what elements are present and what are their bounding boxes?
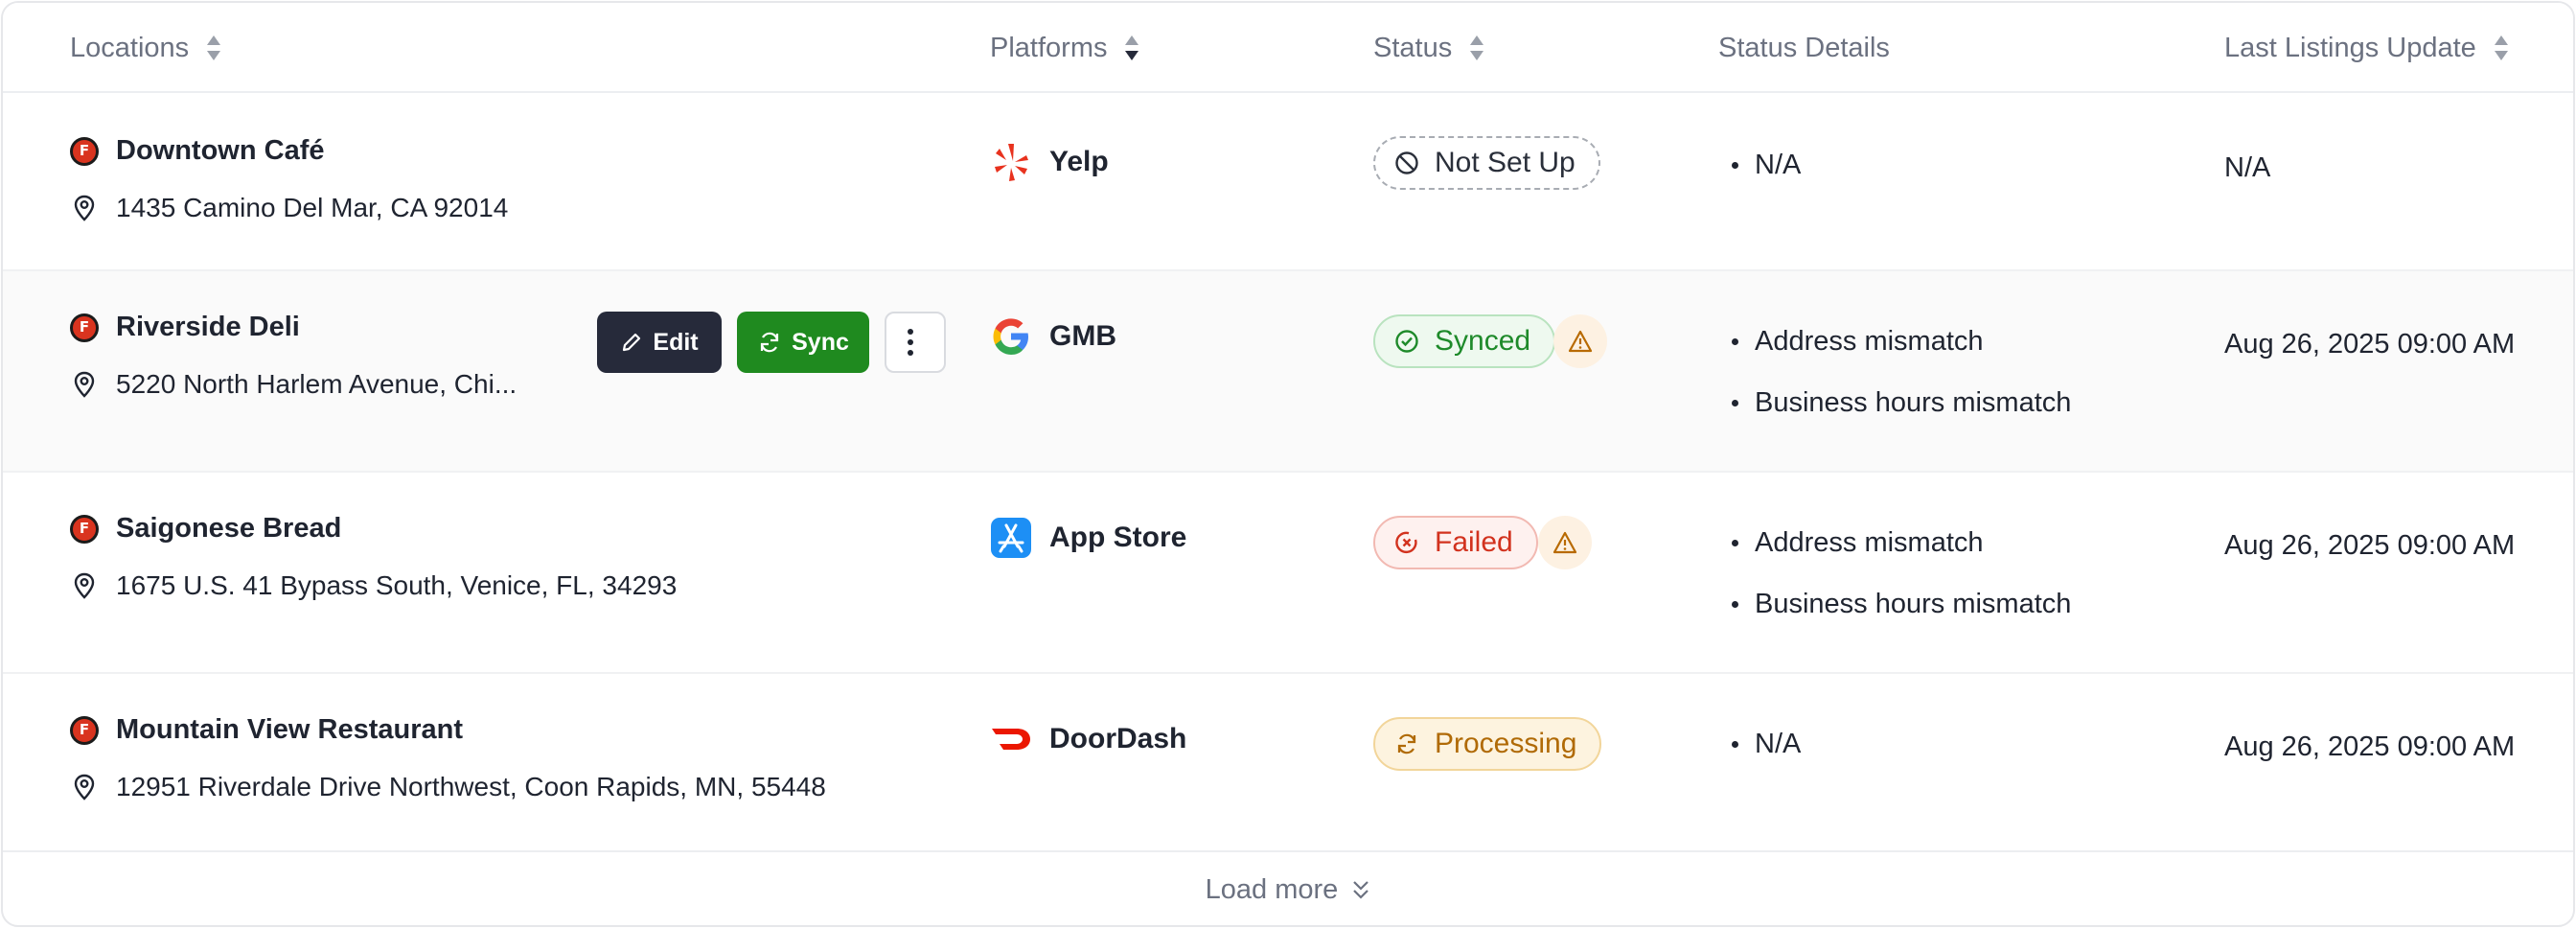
- status-detail-item: N/A: [1730, 713, 1801, 775]
- column-label-status-details: Status Details: [1718, 32, 1890, 63]
- sort-icon[interactable]: [1469, 34, 1484, 62]
- load-more-label: Load more: [1205, 873, 1339, 905]
- last-update-text: Aug 26, 2025 09:00 AM: [2224, 731, 2516, 762]
- column-header-last-update[interactable]: Last Listings Update: [2224, 3, 2509, 93]
- status-detail-item: Business hours mismatch: [1730, 573, 2071, 635]
- sync-button[interactable]: Sync: [737, 312, 869, 373]
- sync-button-label: Sync: [792, 328, 849, 356]
- location-address-text: 5220 North Harlem Avenue, Chi...: [116, 369, 518, 399]
- platform-cell: App Store: [990, 517, 1186, 559]
- status-text: Not Set Up: [1435, 147, 1576, 178]
- kebab-menu-icon: [908, 329, 913, 356]
- status-text: Synced: [1435, 325, 1531, 357]
- brand-logo-icon: F: [70, 313, 99, 342]
- map-pin-icon: [70, 571, 99, 600]
- location-address: 1675 U.S. 41 Bypass South, Venice, FL, 3…: [70, 570, 677, 601]
- edit-button[interactable]: Edit: [597, 312, 722, 373]
- table-header: Locations Platforms Status Status Detail…: [3, 3, 2573, 93]
- column-header-platforms[interactable]: Platforms: [990, 3, 1139, 93]
- location-name: F Riverside Deli: [70, 312, 300, 343]
- status-details-list: Address mismatch Business hours mismatch: [1730, 311, 2071, 433]
- status-detail-item: Business hours mismatch: [1730, 372, 2071, 433]
- ban-icon: [1392, 149, 1421, 177]
- platform-name: DoorDash: [1049, 723, 1187, 754]
- map-pin-icon: [70, 370, 99, 399]
- location-name: F Saigonese Bread: [70, 513, 341, 545]
- last-update-text: N/A: [2224, 152, 2271, 183]
- map-pin-icon: [70, 773, 99, 801]
- location-name: F Downtown Café: [70, 135, 325, 167]
- location-address-text: 1675 U.S. 41 Bypass South, Venice, FL, 3…: [116, 570, 678, 600]
- platform-name: Yelp: [1049, 146, 1109, 177]
- warning-triangle-icon: [1568, 330, 1593, 353]
- refresh-icon: [761, 332, 779, 353]
- refresh-icon: [1392, 730, 1421, 758]
- sort-icon[interactable]: [206, 34, 221, 62]
- more-options-button[interactable]: [885, 312, 946, 373]
- location-address: 1435 Camino Del Mar, CA 92014: [70, 193, 508, 223]
- google-icon: [990, 315, 1032, 358]
- platform-cell: GMB: [990, 315, 1116, 358]
- status-badge: Not Set Up: [1373, 136, 1600, 190]
- status-detail-item: N/A: [1730, 134, 1801, 196]
- listings-table: Locations Platforms Status Status Detail…: [1, 1, 2575, 927]
- platform-cell: Yelp: [990, 141, 1109, 183]
- warning-badge[interactable]: [1538, 516, 1592, 569]
- status-badge: Processing: [1373, 717, 1602, 771]
- location-address: 5220 North Harlem Avenue, Chi...: [70, 369, 517, 400]
- edit-button-label: Edit: [653, 328, 699, 356]
- failed-icon: [1392, 528, 1421, 557]
- status-details-list: N/A: [1730, 134, 1801, 196]
- platform-name: GMB: [1049, 320, 1116, 352]
- brand-logo-icon: F: [70, 715, 99, 745]
- sort-desc-icon[interactable]: [1124, 34, 1139, 62]
- check-circle-icon: [1392, 327, 1421, 356]
- column-header-locations[interactable]: Locations: [70, 3, 221, 93]
- last-update-text: Aug 26, 2025 09:00 AM: [2224, 329, 2516, 360]
- status-text: Failed: [1435, 526, 1513, 558]
- pencil-icon: [623, 333, 641, 352]
- location-name-text: Downtown Café: [116, 135, 325, 166]
- status-badge: Failed: [1373, 516, 1538, 569]
- location-address-text: 1435 Camino Del Mar, CA 92014: [116, 193, 509, 222]
- last-update-text: Aug 26, 2025 09:00 AM: [2224, 530, 2516, 561]
- column-header-status-details: Status Details: [1718, 3, 1890, 93]
- table-row[interactable]: F Saigonese Bread 1675 U.S. 41 Bypass So…: [3, 473, 2573, 674]
- status-badge: Synced: [1373, 314, 1556, 368]
- status-details-list: Address mismatch Business hours mismatch: [1730, 512, 2071, 635]
- status-detail-item: Address mismatch: [1730, 512, 2071, 573]
- table-row[interactable]: F Mountain View Restaurant 12951 Riverda…: [3, 674, 2573, 852]
- location-name-text: Mountain View Restaurant: [116, 714, 464, 745]
- double-chevron-down-icon: [1353, 881, 1369, 899]
- map-pin-icon: [70, 194, 99, 222]
- load-more-button[interactable]: Load more: [3, 852, 2573, 925]
- location-name-text: Riverside Deli: [116, 312, 300, 342]
- column-label-platforms: Platforms: [990, 32, 1108, 63]
- table-row[interactable]: F Downtown Café 1435 Camino Del Mar, CA …: [3, 93, 2573, 271]
- column-label-locations: Locations: [70, 32, 190, 63]
- platform-cell: DoorDash: [990, 718, 1186, 760]
- brand-logo-icon: F: [70, 136, 99, 166]
- column-label-last-update: Last Listings Update: [2224, 32, 2476, 63]
- column-label-status: Status: [1373, 32, 1453, 63]
- location-address: 12951 Riverdale Drive Northwest, Coon Ra…: [70, 772, 826, 802]
- platform-name: App Store: [1049, 522, 1187, 553]
- location-address-text: 12951 Riverdale Drive Northwest, Coon Ra…: [116, 772, 826, 801]
- location-name-text: Saigonese Bread: [116, 513, 342, 544]
- table-row[interactable]: F Riverside Deli 5220 North Harlem Avenu…: [3, 271, 2573, 473]
- yelp-icon: [990, 141, 1032, 183]
- warning-badge[interactable]: [1553, 314, 1607, 368]
- column-header-status[interactable]: Status: [1373, 3, 1484, 93]
- doordash-icon: [990, 718, 1032, 760]
- warning-triangle-icon: [1552, 531, 1577, 554]
- brand-logo-icon: F: [70, 514, 99, 544]
- location-name: F Mountain View Restaurant: [70, 714, 463, 746]
- status-text: Processing: [1435, 728, 1577, 759]
- status-detail-item: Address mismatch: [1730, 311, 2071, 372]
- sort-icon[interactable]: [2494, 34, 2509, 62]
- app-store-icon: [990, 517, 1032, 559]
- status-details-list: N/A: [1730, 713, 1801, 775]
